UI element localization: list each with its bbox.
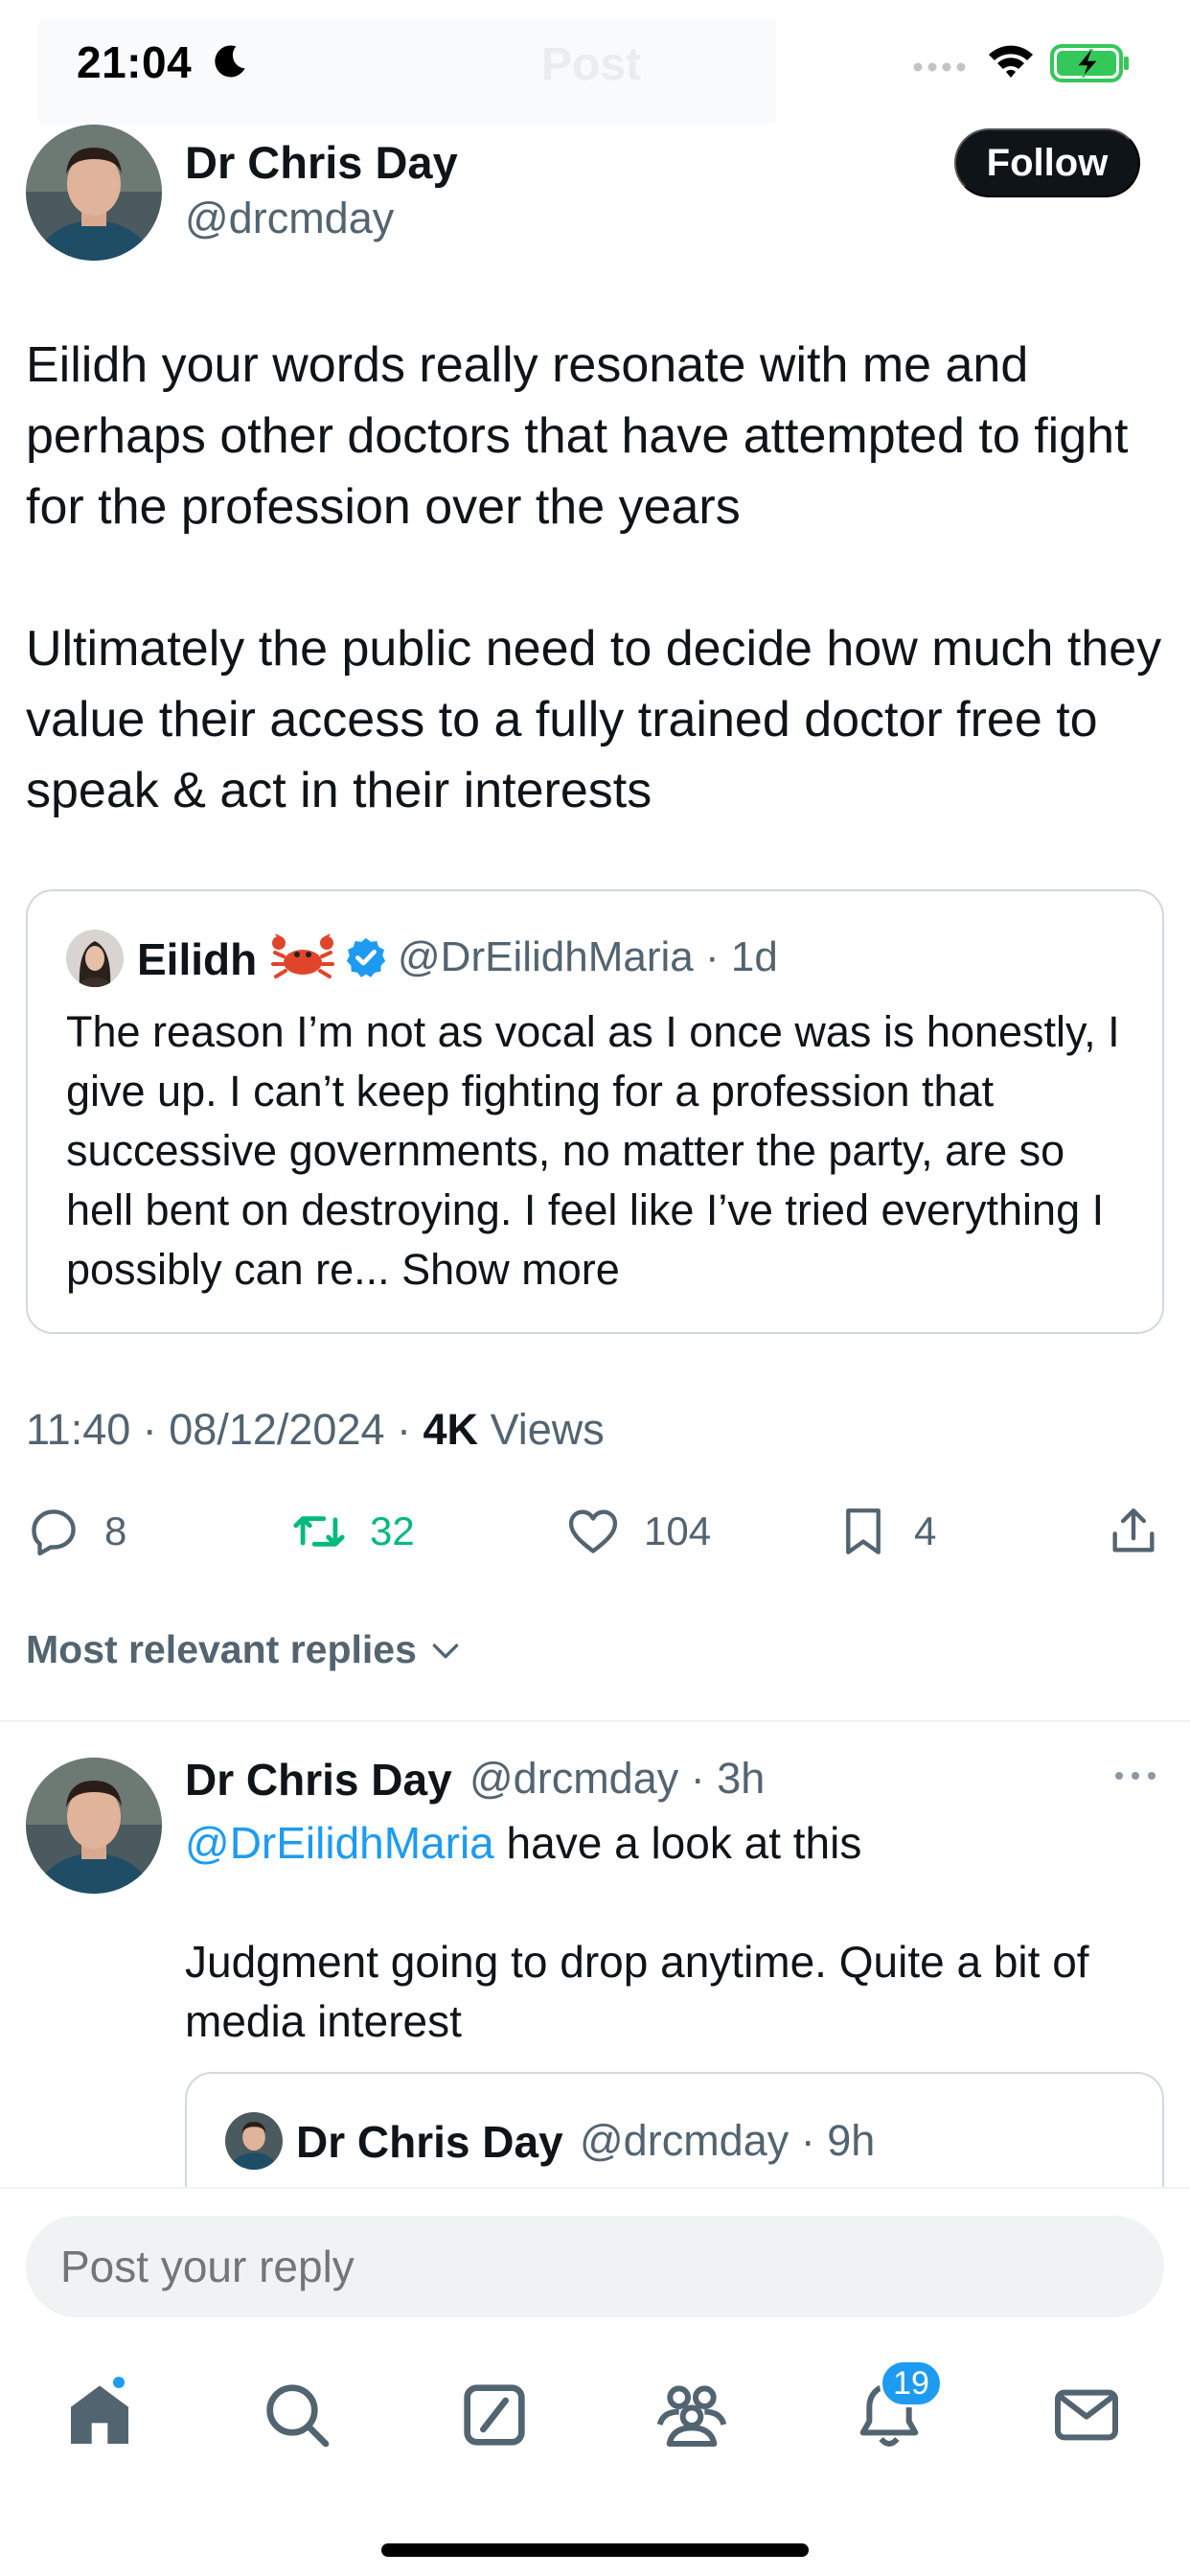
home-icon: [71, 2385, 128, 2444]
verified-badge-icon: [346, 937, 386, 978]
communities-icon: [656, 2385, 727, 2447]
chevron-down-icon: [432, 1643, 459, 1658]
envelope-icon: [1055, 2389, 1118, 2441]
divider: [0, 1720, 1190, 1722]
reply-icon: [32, 1509, 76, 1556]
reply-author-name[interactable]: Dr Chris Day: [185, 1754, 452, 1806]
search-icon: [266, 2384, 330, 2448]
tab-bar: 19: [0, 2352, 1190, 2476]
author-avatar[interactable]: [26, 125, 162, 261]
views-count[interactable]: 4K: [423, 1405, 479, 1454]
repost-action-button[interactable]: 32: [291, 1501, 415, 1562]
quoted-post-meta: @DrEilidhMaria · 1d: [398, 933, 778, 980]
tab-search[interactable]: [259, 2377, 335, 2453]
post-text: Eilidh your words really resonate with m…: [26, 330, 1166, 826]
crab-emoji-icon: [271, 933, 334, 978]
reply-text: @DrEilidhMaria have a look at this Judgm…: [185, 1813, 1162, 2051]
status-bar: Post 21:04: [0, 0, 1190, 128]
reply-age: 3h: [717, 1754, 766, 1803]
post-paragraph: Eilidh your words really resonate with m…: [26, 337, 1129, 535]
notifications-badge: 19: [880, 2359, 943, 2407]
reply-quoted-post-card[interactable]: Dr Chris Day @drcmday · 9h: [185, 2072, 1164, 2196]
reply-quoted-author-name: Dr Chris Day: [296, 2117, 563, 2167]
tab-home[interactable]: [61, 2375, 138, 2453]
post-date: 08/12/2024: [169, 1405, 385, 1454]
quoted-post-age: 1d: [730, 933, 778, 980]
views-label: Views: [490, 1405, 605, 1454]
post-timestamp-views: 11:40 · 08/12/2024 · 4K Views: [26, 1405, 605, 1454]
quoted-author-handle: @DrEilidhMaria: [398, 933, 694, 980]
tab-notifications[interactable]: 19: [851, 2359, 943, 2453]
reply-quoted-age: 9h: [827, 2116, 876, 2165]
quoted-post-text: The reason I’m not as vocal as I once wa…: [66, 1002, 1139, 1300]
follow-button[interactable]: Follow: [954, 128, 1140, 197]
tab-grok[interactable]: [456, 2377, 533, 2453]
reply-paragraph: Judgment going to drop anytime. Quite a …: [185, 1937, 1089, 2046]
replies-sort-dropdown[interactable]: Most relevant replies: [26, 1627, 465, 1672]
reply-quoted-meta: @drcmday · 9h: [580, 2116, 876, 2165]
author-name[interactable]: Dr Chris Day: [185, 136, 458, 189]
home-unread-dot: [111, 2375, 126, 2390]
tab-communities[interactable]: [653, 2377, 730, 2453]
reply-quoted-handle: @drcmday: [580, 2116, 790, 2165]
wifi-icon: [989, 45, 1033, 78]
more-options-icon[interactable]: [1111, 1761, 1159, 1790]
show-more-link[interactable]: Show more: [401, 1245, 620, 1294]
quoted-author-avatar: [66, 930, 124, 987]
bookmark-action-button[interactable]: 4: [835, 1501, 936, 1562]
share-icon: [1112, 1508, 1155, 1552]
reply-action-button[interactable]: 8: [26, 1501, 126, 1562]
post-time: 11:40: [26, 1405, 131, 1454]
reply-composer-input[interactable]: [26, 2216, 1164, 2317]
reply-author-handle[interactable]: @drcmday: [469, 1754, 678, 1803]
reply-quoted-author-avatar: [225, 2112, 283, 2170]
share-action-button[interactable]: [1106, 1501, 1184, 1562]
like-action-button[interactable]: 104: [565, 1501, 711, 1562]
like-count: 104: [644, 1508, 712, 1553]
heart-icon: [568, 1509, 618, 1553]
reply-line: have a look at this: [506, 1818, 862, 1868]
bookmark-icon: [846, 1508, 881, 1554]
quoted-post-card[interactable]: Eilidh @DrEilidhMaria · 1d The reason I’…: [26, 889, 1164, 1334]
reply-count: 8: [104, 1508, 127, 1553]
status-time: 21:04: [77, 37, 193, 87]
home-indicator: [381, 2543, 809, 2557]
mention-link[interactable]: @DrEilidhMaria: [185, 1818, 494, 1868]
author-handle[interactable]: @drcmday: [185, 194, 394, 243]
bookmark-count: 4: [914, 1508, 937, 1553]
bottom-bar: 19: [0, 2187, 1190, 2576]
repost-icon: [293, 1516, 345, 1547]
replies-sort-label: Most relevant replies: [26, 1627, 417, 1671]
reply-meta: @drcmday · 3h: [469, 1754, 766, 1803]
moon-icon: [215, 45, 245, 78]
tab-messages[interactable]: [1048, 2377, 1125, 2453]
quoted-author-name: Eilidh: [137, 934, 258, 984]
repost-count: 32: [370, 1508, 415, 1553]
cellular-signal-icon: [913, 62, 966, 72]
post-paragraph: Ultimately the public need to decide how…: [26, 621, 1162, 818]
nav-title: Post: [541, 39, 642, 90]
grok-icon: [464, 2384, 525, 2446]
reply-author-avatar[interactable]: [26, 1758, 162, 1894]
battery-charging-icon: [1050, 44, 1129, 82]
